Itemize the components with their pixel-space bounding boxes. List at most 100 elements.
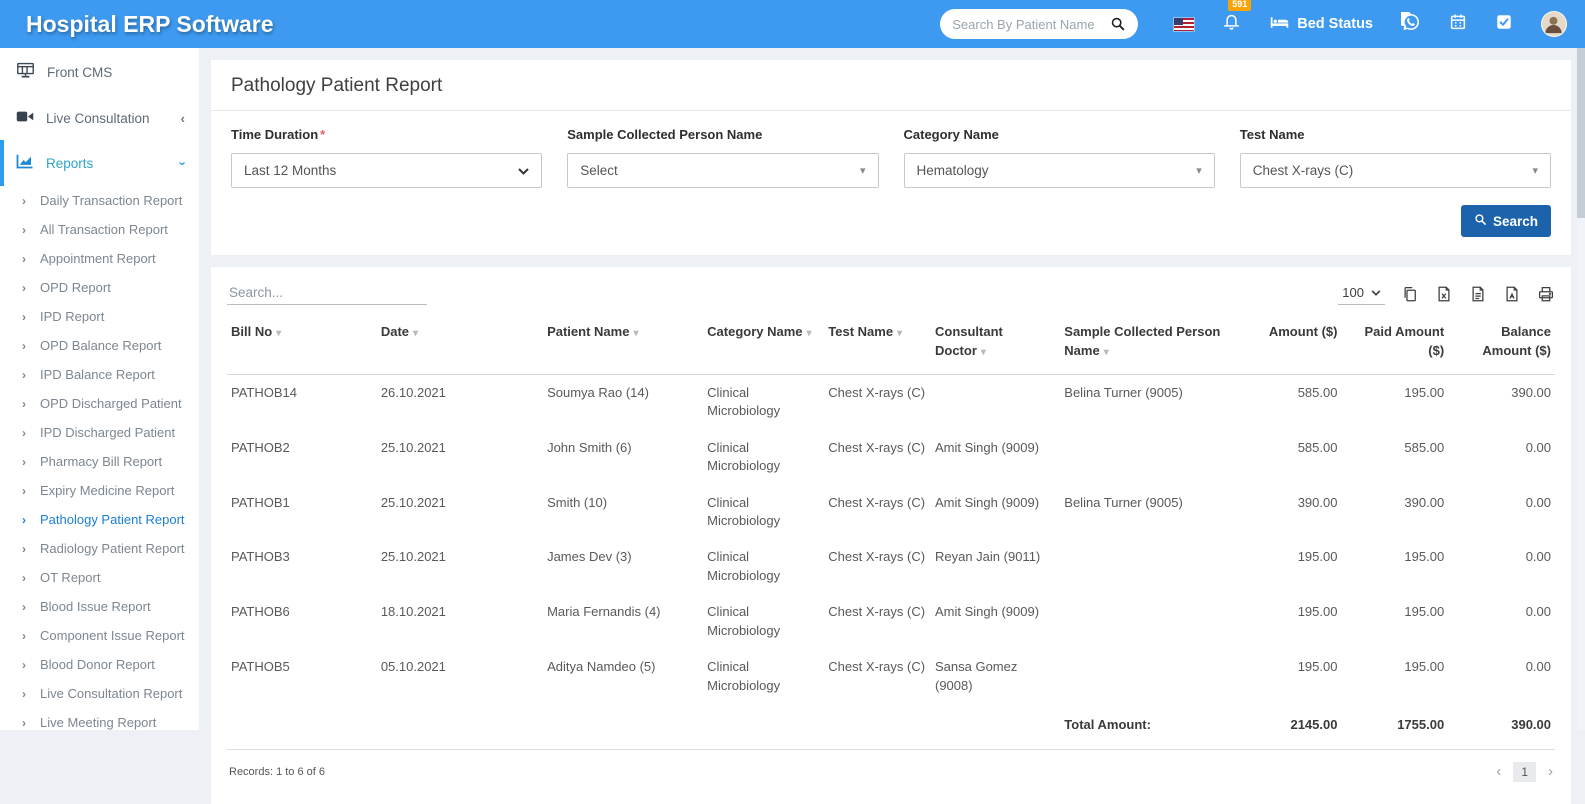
- column-header-bill-no[interactable]: Bill No▾: [227, 317, 377, 374]
- column-header-balance-amount[interactable]: Balance Amount ($): [1448, 317, 1555, 374]
- sidebar-item-blood-issue-report[interactable]: ›Blood Issue Report: [0, 592, 199, 621]
- sidebar-item-all-transaction-report[interactable]: ›All Transaction Report: [0, 215, 199, 244]
- sidebar-item-pharmacy-bill-report[interactable]: ›Pharmacy Bill Report: [0, 447, 199, 476]
- patient-search-input[interactable]: [952, 17, 1110, 32]
- content: Pathology Patient Report Time Duration* …: [199, 48, 1577, 730]
- column-header-patient-name[interactable]: Patient Name▾: [543, 317, 703, 374]
- cell-test-name: Chest X-rays (C): [824, 594, 931, 649]
- notifications-button[interactable]: 591: [1222, 12, 1241, 36]
- sidebar-item-ipd-discharged-patient[interactable]: ›IPD Discharged Patient: [0, 418, 199, 447]
- column-header-sample-collected-person-name[interactable]: Sample Collected Person Name▾: [1060, 317, 1243, 374]
- sidebar-item-label: Live Consultation: [46, 111, 169, 126]
- cell-category-name: Clinical Microbiology: [703, 649, 824, 704]
- category-select[interactable]: Hematology ▾: [904, 153, 1215, 188]
- notification-badge: 591: [1228, 0, 1251, 11]
- sidebar-item-pathology-patient-report[interactable]: ›Pathology Patient Report: [0, 505, 199, 534]
- csv-export-icon[interactable]: [1469, 285, 1487, 303]
- cell-test-name: Chest X-rays (C): [824, 649, 931, 704]
- column-header-category-name[interactable]: Category Name▾: [703, 317, 824, 374]
- language-flag-icon[interactable]: [1174, 18, 1194, 31]
- total-amount: 2145.00: [1243, 704, 1342, 749]
- excel-export-icon[interactable]: [1435, 285, 1453, 303]
- sample-person-value: Select: [580, 163, 618, 178]
- cell-paid-amount: 195.00: [1341, 374, 1448, 429]
- cell-consultant-doctor: Amit Singh (9009): [931, 485, 1060, 540]
- profile-button[interactable]: [1541, 11, 1567, 37]
- pdf-export-icon[interactable]: [1503, 285, 1521, 303]
- next-page-button[interactable]: ›: [1548, 764, 1553, 779]
- cell-category-name: Clinical Microbiology: [703, 430, 824, 485]
- sample-person-select[interactable]: Select ▾: [567, 153, 878, 188]
- sidebar-item-expiry-medicine-report[interactable]: ›Expiry Medicine Report: [0, 476, 199, 505]
- page-size-value: 100: [1342, 285, 1364, 300]
- sidebar-item-blood-donor-report[interactable]: ›Blood Donor Report: [0, 650, 199, 679]
- bed-status-button[interactable]: Bed Status: [1269, 12, 1373, 37]
- cell-sample-collected-person-name: [1060, 539, 1243, 594]
- sidebar-item-radiology-patient-report[interactable]: ›Radiology Patient Report: [0, 534, 199, 563]
- column-header-consultant-doctor[interactable]: Consultant Doctor▾: [931, 317, 1060, 374]
- chevron-right-icon: ›: [22, 629, 26, 643]
- search-button[interactable]: Search: [1461, 205, 1551, 237]
- column-header-amount[interactable]: Amount ($): [1243, 317, 1342, 374]
- cell-date: 26.10.2021: [377, 374, 543, 429]
- cell-patient-name: Smith (10): [543, 485, 703, 540]
- sidebar-item-opd-balance-report[interactable]: ›OPD Balance Report: [0, 331, 199, 360]
- cell-patient-name: Maria Fernandis (4): [543, 594, 703, 649]
- current-page-button[interactable]: 1: [1513, 762, 1536, 782]
- chevron-right-icon: ›: [22, 368, 26, 382]
- app-header: Hospital ERP Software 591 Bed Status: [0, 0, 1585, 48]
- sidebar-item-reports[interactable]: Reports ›: [0, 140, 199, 186]
- cell-sample-collected-person-name: Belina Turner (9005): [1060, 485, 1243, 540]
- sidebar-item-label: Pharmacy Bill Report: [40, 454, 162, 469]
- time-duration-select[interactable]: Last 12 Months: [231, 153, 542, 188]
- table-search-input[interactable]: [227, 281, 427, 305]
- sidebar-item-front-cms[interactable]: Front CMS: [0, 48, 199, 96]
- sidebar-item-live-consultation-report[interactable]: ›Live Consultation Report: [0, 679, 199, 708]
- copy-export-icon[interactable]: [1401, 285, 1419, 303]
- cell-bill-no: PATHOB2: [227, 430, 377, 485]
- sidebar-item-ot-report[interactable]: ›OT Report: [0, 563, 199, 592]
- chevron-right-icon: ›: [22, 252, 26, 266]
- page-size-select[interactable]: 100: [1338, 282, 1385, 305]
- page-scrollbar[interactable]: [1577, 48, 1585, 730]
- cell-sample-collected-person-name: [1060, 430, 1243, 485]
- chevron-right-icon: ›: [22, 513, 26, 527]
- sidebar-item-opd-discharged-patient[interactable]: ›OPD Discharged Patient: [0, 389, 199, 418]
- sidebar-item-ipd-balance-report[interactable]: ›IPD Balance Report: [0, 360, 199, 389]
- bed-icon: [1269, 12, 1290, 37]
- sidebar-item-label: Live Consultation Report: [40, 686, 182, 701]
- sort-arrow-icon: ▾: [633, 328, 638, 339]
- column-header-label: Consultant Doctor: [935, 324, 1003, 358]
- column-header-label: Category Name: [707, 324, 802, 339]
- sidebar-item-ipd-report[interactable]: ›IPD Report: [0, 302, 199, 331]
- chart-icon: [16, 154, 34, 172]
- sidebar-item-appointment-report[interactable]: ›Appointment Report: [0, 244, 199, 273]
- whatsapp-button[interactable]: [1401, 12, 1421, 37]
- sidebar-item-live-meeting-report[interactable]: ›Live Meeting Report: [0, 708, 199, 730]
- sidebar-item-label: All Transaction Report: [40, 222, 168, 237]
- column-header-paid-amount[interactable]: Paid Amount ($): [1341, 317, 1448, 374]
- sidebar-item-daily-transaction-report[interactable]: ›Daily Transaction Report: [0, 186, 199, 215]
- calendar-button[interactable]: [1449, 13, 1467, 36]
- sidebar-item-label: OT Report: [40, 570, 100, 585]
- app-title: Hospital ERP Software: [0, 11, 274, 38]
- scrollbar-thumb[interactable]: [1577, 48, 1585, 218]
- print-icon[interactable]: [1537, 285, 1555, 303]
- cell-patient-name: John Smith (6): [543, 430, 703, 485]
- tasks-button[interactable]: [1495, 13, 1513, 36]
- sidebar-item-label: OPD Discharged Patient: [40, 396, 182, 411]
- prev-page-button[interactable]: ‹: [1496, 764, 1501, 779]
- column-header-date[interactable]: Date▾: [377, 317, 543, 374]
- cell-balance-amount: 390.00: [1448, 374, 1555, 429]
- column-header-test-name[interactable]: Test Name▾: [824, 317, 931, 374]
- sidebar-item-label: Blood Donor Report: [40, 657, 155, 672]
- test-name-select[interactable]: Chest X-rays (C) ▾: [1240, 153, 1551, 188]
- sidebar-item-component-issue-report[interactable]: ›Component Issue Report: [0, 621, 199, 650]
- patient-search[interactable]: [940, 9, 1138, 39]
- search-icon[interactable]: [1110, 16, 1126, 32]
- category-label: Category Name: [904, 127, 1215, 142]
- cell-patient-name: Aditya Namdeo (5): [543, 649, 703, 704]
- sidebar-item-opd-report[interactable]: ›OPD Report: [0, 273, 199, 302]
- cell-bill-no: PATHOB6: [227, 594, 377, 649]
- sidebar-item-live-consultation[interactable]: Live Consultation ‹: [0, 96, 199, 140]
